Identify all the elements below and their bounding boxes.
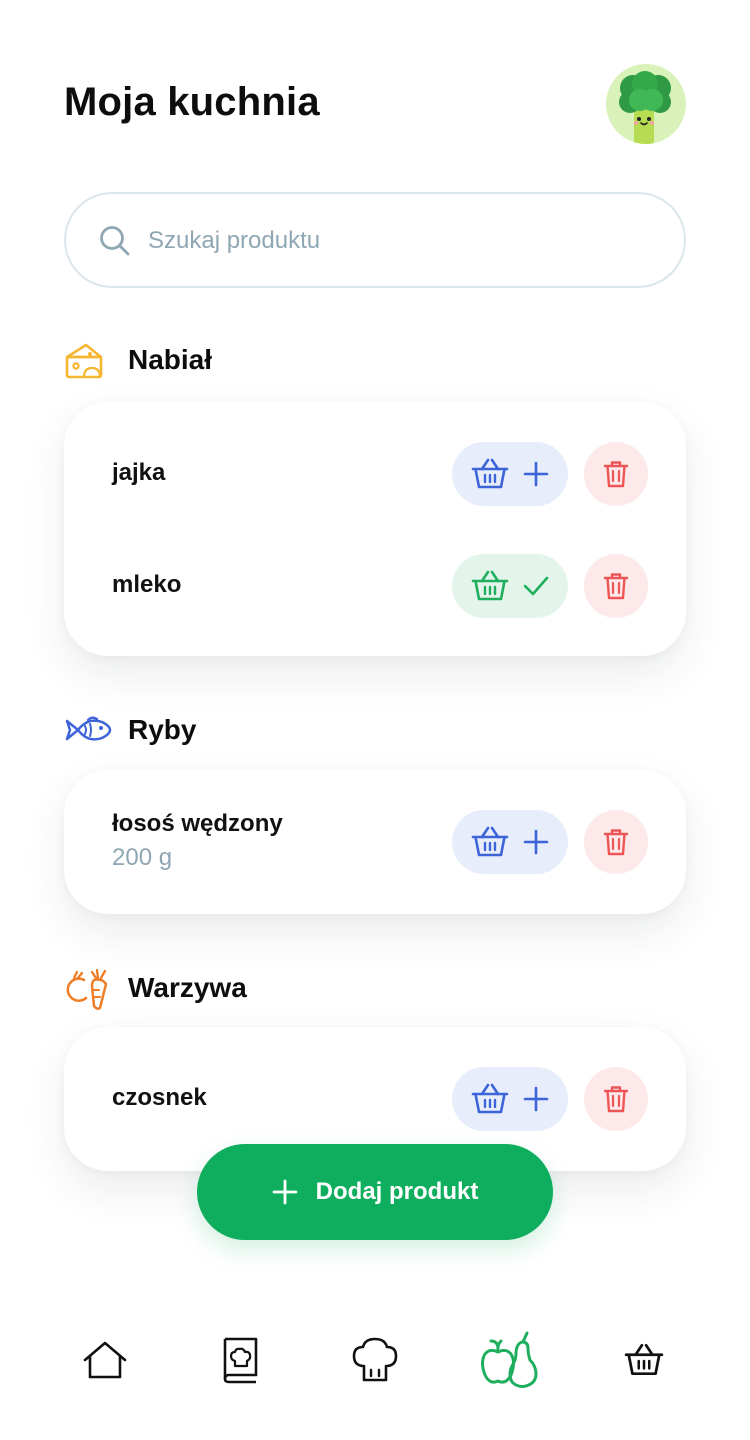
category-title: Warzywa bbox=[128, 972, 247, 1003]
category-header-dairy: Nabiał bbox=[64, 338, 212, 382]
trash-icon bbox=[603, 1086, 629, 1113]
plus-icon bbox=[523, 829, 549, 855]
check-icon bbox=[523, 576, 549, 596]
chef-hat-icon bbox=[352, 1337, 398, 1382]
plus-icon bbox=[272, 1179, 298, 1205]
product-name: czosnek bbox=[112, 1084, 207, 1111]
search-bar[interactable] bbox=[64, 192, 686, 288]
category-card-dairy: jajka mleko bbox=[64, 402, 686, 656]
trash-icon bbox=[603, 573, 629, 600]
vegetables-icon bbox=[64, 966, 112, 1010]
fish-icon bbox=[64, 708, 112, 752]
add-to-basket-button[interactable] bbox=[452, 442, 568, 506]
delete-button[interactable] bbox=[584, 1067, 648, 1131]
category-header-fish: Ryby bbox=[64, 708, 196, 752]
nav-home[interactable] bbox=[73, 1328, 137, 1392]
bottom-nav bbox=[0, 1310, 750, 1410]
nav-cooking[interactable] bbox=[343, 1328, 407, 1392]
trash-icon bbox=[603, 461, 629, 488]
add-to-basket-button[interactable] bbox=[452, 1067, 568, 1131]
product-name: łosoś wędzony bbox=[112, 810, 283, 837]
basket-icon bbox=[471, 826, 509, 857]
broccoli-avatar-icon bbox=[619, 71, 671, 144]
home-icon bbox=[83, 1341, 127, 1379]
search-icon bbox=[100, 226, 130, 256]
basket-icon bbox=[471, 458, 509, 489]
in-basket-button[interactable] bbox=[452, 554, 568, 618]
nav-recipes[interactable] bbox=[207, 1328, 271, 1392]
category-title: Ryby bbox=[128, 714, 197, 745]
category-title: Nabiał bbox=[128, 344, 213, 375]
product-quantity: 200 g bbox=[112, 844, 173, 871]
avatar[interactable] bbox=[606, 64, 686, 144]
delete-button[interactable] bbox=[584, 442, 648, 506]
add-product-button[interactable]: Dodaj produkt bbox=[197, 1144, 553, 1240]
category-card-fish: łosoś wędzony 200 g bbox=[64, 770, 686, 914]
cheese-icon bbox=[64, 338, 112, 382]
delete-button[interactable] bbox=[584, 810, 648, 874]
nav-pantry[interactable] bbox=[478, 1328, 542, 1392]
search-input[interactable] bbox=[148, 216, 648, 266]
recipe-book-icon bbox=[223, 1337, 258, 1384]
delete-button[interactable] bbox=[584, 554, 648, 618]
list-item: jajka bbox=[64, 442, 686, 506]
nav-shopping[interactable] bbox=[612, 1328, 676, 1392]
add-product-label: Dodaj produkt bbox=[315, 1178, 479, 1205]
basket-icon bbox=[471, 570, 509, 601]
header: Moja kuchnia bbox=[64, 62, 686, 146]
add-to-basket-button[interactable] bbox=[452, 810, 568, 874]
list-item: łosoś wędzony 200 g bbox=[64, 810, 686, 874]
plus-icon bbox=[523, 1086, 549, 1112]
product-name: mleko bbox=[112, 571, 182, 598]
trash-icon bbox=[603, 829, 629, 856]
fruits-icon bbox=[481, 1331, 538, 1388]
basket-icon bbox=[624, 1343, 664, 1376]
page-title: Moja kuchnia bbox=[64, 80, 320, 124]
basket-icon bbox=[471, 1083, 509, 1114]
plus-icon bbox=[523, 461, 549, 487]
list-item: czosnek bbox=[64, 1067, 686, 1131]
category-header-vegetables: Warzywa bbox=[64, 966, 247, 1010]
product-name: jajka bbox=[112, 459, 166, 486]
list-item: mleko bbox=[64, 554, 686, 618]
